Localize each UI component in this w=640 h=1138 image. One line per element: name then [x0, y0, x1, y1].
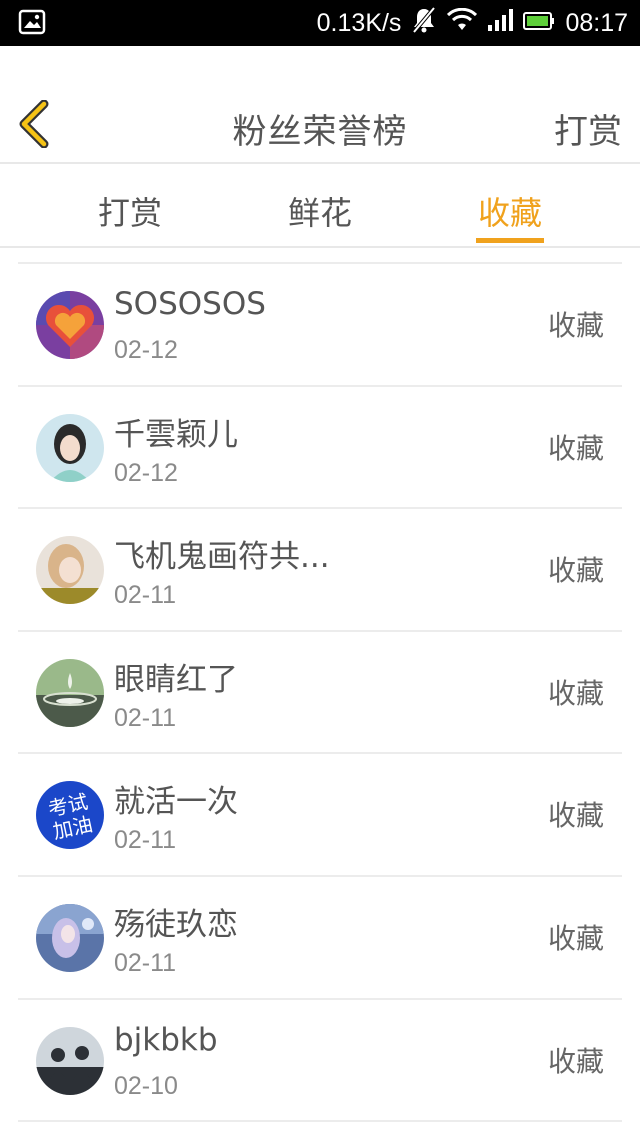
list-item[interactable]: 千雲颖儿 02-12 收藏: [18, 387, 622, 510]
tab-flowers[interactable]: 鲜花: [260, 188, 380, 234]
list-item[interactable]: bjkbkb 02-10 收藏: [18, 1000, 622, 1123]
girl-portrait-avatar: [36, 413, 104, 482]
fan-date: 02-11: [114, 581, 177, 610]
water-drop-avatar: [36, 658, 104, 727]
fan-date: 02-11: [114, 826, 177, 855]
list-item[interactable]: 殇徒玖恋 02-11 收藏: [18, 877, 622, 1000]
list-item[interactable]: SOSOSOS 02-12 收藏: [18, 264, 622, 387]
tab-reward[interactable]: 打赏: [70, 188, 190, 234]
status-bar: 0.13K/s 08:17: [0, 0, 640, 46]
tab-favorites[interactable]: 收藏: [450, 188, 570, 234]
fan-name: bjkbkb: [114, 1021, 218, 1058]
heart-mosaic-avatar: [36, 291, 104, 359]
fan-date: 02-12: [114, 458, 178, 487]
fan-action: 收藏: [547, 921, 604, 955]
fan-name: 眼睛红了: [114, 661, 238, 698]
fan-action: 收藏: [547, 431, 604, 465]
fan-action: 收藏: [547, 1044, 604, 1078]
clock: 08:17: [565, 8, 628, 37]
network-speed: 0.13K/s: [316, 8, 402, 37]
fan-name: SOSOSOS: [114, 286, 266, 322]
fan-name: 千雲颖儿: [114, 416, 238, 453]
header-bar: 粉丝荣誉榜 打赏: [0, 46, 640, 164]
fan-name: 飞机鬼画符共...: [114, 539, 330, 576]
girl-selfie-avatar: [36, 536, 104, 605]
list-item[interactable]: 飞机鬼画符共... 02-11 收藏: [18, 509, 622, 632]
list-item[interactable]: 眼睛红了 02-11 收藏: [18, 632, 622, 755]
image-icon: [18, 9, 46, 41]
active-tab-indicator: [476, 238, 544, 243]
silhouette-couple-avatar: [36, 1026, 104, 1095]
exam-badge-avatar: 考试 加油: [36, 781, 104, 850]
fan-name: 就活一次: [114, 784, 238, 821]
fan-date: 02-10: [114, 1071, 178, 1100]
fan-action: 收藏: [547, 309, 604, 342]
fan-date: 02-11: [114, 948, 177, 977]
fan-action: 收藏: [547, 676, 604, 710]
anime-girl-avatar: [36, 903, 104, 972]
battery-icon: [523, 9, 555, 37]
list-item[interactable]: 考试 加油 就活一次 02-11 收藏: [18, 754, 622, 877]
fan-action: 收藏: [547, 554, 604, 588]
fan-name: 殇徒玖恋: [114, 906, 238, 943]
fan-date: 02-11: [114, 703, 177, 732]
mute-icon: [411, 6, 437, 40]
wifi-icon: [447, 7, 478, 38]
page-title: 粉丝荣誉榜: [232, 112, 408, 152]
fan-action: 收藏: [547, 799, 604, 833]
fan-list: SOSOSOS 02-12 收藏 千雲颖儿 02-12 收藏 飞机鬼画符共...: [18, 262, 622, 1123]
reward-button[interactable]: 打赏: [554, 104, 622, 153]
signal-icon: [487, 8, 514, 38]
fan-date: 02-12: [114, 336, 178, 364]
tab-bar: 打赏 鲜花 收藏: [0, 164, 640, 248]
